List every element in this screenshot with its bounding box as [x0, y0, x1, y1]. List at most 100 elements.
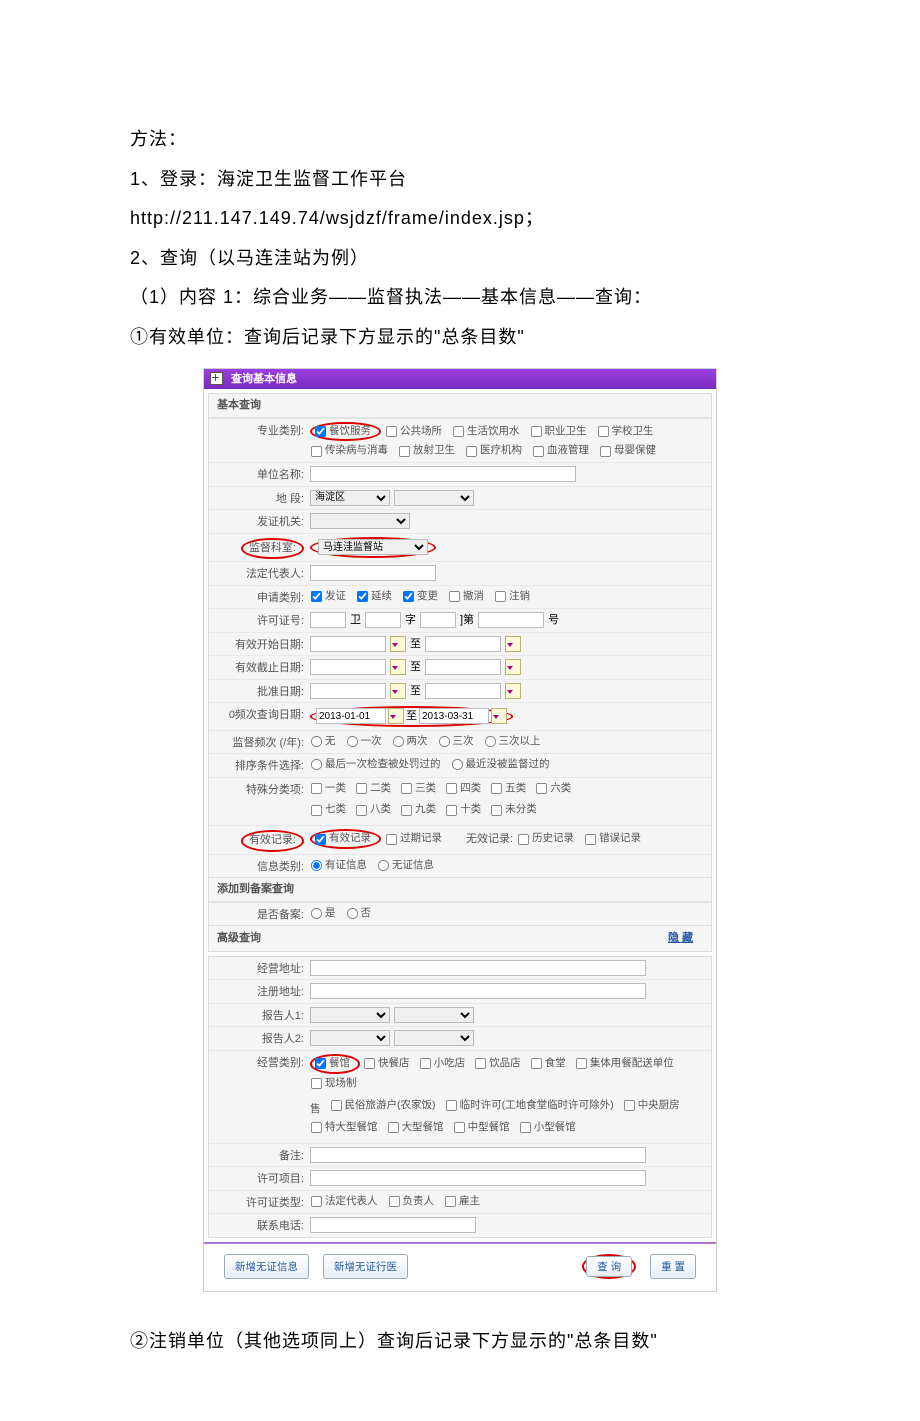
rb-jdpc-2[interactable]: 两次 [392, 734, 428, 750]
cb-sqlb-2[interactable]: 变更 [402, 589, 438, 605]
cb-zylb-6[interactable]: 放射卫生 [398, 443, 455, 459]
cb-tsfl2-1[interactable]: 八类 [355, 802, 391, 818]
cb-tsfl1-4[interactable]: 五类 [490, 781, 526, 797]
cb-yxjl-1[interactable]: 过期记录 [385, 831, 442, 847]
input-xkxm[interactable] [310, 1170, 646, 1186]
cb-tsfl1-2[interactable]: 三类 [400, 781, 436, 797]
cb-tsfl2-0[interactable]: 七类 [310, 802, 346, 818]
calendar-icon[interactable] [505, 659, 521, 675]
cb-sqlb-1[interactable]: 延续 [356, 589, 392, 605]
calendar-icon[interactable] [505, 683, 521, 699]
input-pzrq-to[interactable] [425, 683, 501, 699]
cb-jylb3-0[interactable]: 特大型餐馆 [310, 1120, 378, 1136]
cb-jylb1-0[interactable]: 餐馆 [314, 1056, 350, 1072]
cb-xkzlx-1[interactable]: 负责人 [388, 1194, 435, 1210]
button-query[interactable]: 查 询 [586, 1256, 632, 1277]
input-pccx-from[interactable] [316, 708, 386, 724]
cb-jylb3-3[interactable]: 小型餐馆 [519, 1120, 576, 1136]
select-jgks[interactable]: 马连洼监督站 [318, 539, 428, 555]
cb-xkzlx-2[interactable]: 雇主 [444, 1194, 480, 1210]
cb-tsfl1-3[interactable]: 四类 [445, 781, 481, 797]
input-yxjz-from[interactable] [310, 659, 386, 675]
rb-jdpc-1[interactable]: 一次 [346, 734, 382, 750]
select-bgr2-a[interactable] [310, 1030, 390, 1046]
cb-jylb1-1[interactable]: 快餐店 [363, 1056, 410, 1072]
input-lxdh[interactable] [310, 1217, 476, 1233]
cb-zylb-9[interactable]: 母婴保健 [599, 443, 656, 459]
cb-tsfl1-1[interactable]: 二类 [355, 781, 391, 797]
cb-tsfl2-4[interactable]: 未分类 [490, 802, 537, 818]
input-bz[interactable] [310, 1147, 646, 1163]
cb-zylb-4[interactable]: 学校卫生 [597, 424, 654, 440]
cb-sqlb-0[interactable]: 发证 [310, 589, 346, 605]
calendar-icon[interactable] [505, 636, 521, 652]
input-xkz-3[interactable] [420, 612, 456, 628]
calendar-icon[interactable] [491, 708, 507, 724]
input-xkz-2[interactable] [365, 612, 401, 628]
rb-xxlb-1[interactable]: 无证信息 [377, 858, 434, 874]
select-bgr2-b[interactable] [394, 1030, 474, 1046]
cb-wxjl-1[interactable]: 错误记录 [584, 831, 641, 847]
rb-jdpc-3[interactable]: 三次 [438, 734, 474, 750]
rb-sfba-0[interactable]: 是 [310, 906, 336, 922]
input-yxks-to[interactable] [425, 636, 501, 652]
rb-pxtj-1[interactable]: 最近没被监督过的 [451, 757, 550, 773]
calendar-icon[interactable] [390, 659, 406, 675]
cb-jylb1-5[interactable]: 集体用餐配送单位 [575, 1056, 674, 1072]
calendar-icon[interactable] [390, 636, 406, 652]
rb-xxlb-0[interactable]: 有证信息 [310, 858, 367, 874]
label-pxtj: 排序条件选择: [209, 756, 310, 775]
rb-pxtj-0[interactable]: 最后一次检查被处罚过的 [310, 757, 441, 773]
cb-zylb-3[interactable]: 职业卫生 [530, 424, 587, 440]
cb-zylb-7[interactable]: 医疗机构 [465, 443, 522, 459]
select-fzjg[interactable] [310, 513, 410, 529]
label-bgr1: 报告人1: [209, 1006, 310, 1025]
button-add-wzxy[interactable]: 新增无证行医 [323, 1254, 408, 1279]
cb-wxjl-0[interactable]: 历史记录 [517, 831, 574, 847]
select-dy-2[interactable] [394, 490, 474, 506]
rb-jdpc-0[interactable]: 无 [310, 734, 336, 750]
input-zcdz[interactable] [310, 983, 646, 999]
input-dwmc[interactable] [310, 466, 576, 482]
input-fddbr[interactable] [310, 565, 436, 581]
cb-zylb-2[interactable]: 生活饮用水 [452, 424, 520, 440]
cb-tsfl1-0[interactable]: 一类 [310, 781, 346, 797]
input-pzrq-from[interactable] [310, 683, 386, 699]
cb-yxjl-0[interactable]: 有效记录 [314, 831, 371, 847]
cb-xkzlx-0[interactable]: 法定代表人 [310, 1194, 378, 1210]
cb-jylb2-0[interactable]: 民俗旅游户(农家饭) [330, 1098, 436, 1114]
cb-jylb1-6[interactable]: 现场制 [310, 1076, 357, 1092]
cb-sqlb-3[interactable]: 撤消 [448, 589, 484, 605]
cb-jylb1-2[interactable]: 小吃店 [419, 1056, 466, 1072]
input-xkz-1[interactable] [310, 612, 346, 628]
select-dy-1[interactable]: 海淀区 [310, 490, 390, 506]
cb-zylb-5[interactable]: 传染病与消毒 [310, 443, 388, 459]
cb-zylb-0[interactable]: 餐饮服务 [314, 424, 371, 440]
cb-jylb2-1[interactable]: 临时许可(工地食堂临时许可除外) [445, 1098, 614, 1114]
cb-sqlb-4[interactable]: 注销 [494, 589, 530, 605]
cb-zylb-1[interactable]: 公共场所 [385, 424, 442, 440]
input-yxks-from[interactable] [310, 636, 386, 652]
cb-jylb3-1[interactable]: 大型餐馆 [387, 1120, 444, 1136]
input-jydz[interactable] [310, 960, 646, 976]
cb-tsfl1-5[interactable]: 六类 [535, 781, 571, 797]
cb-jylb1-3[interactable]: 饮品店 [474, 1056, 521, 1072]
cb-tsfl2-2[interactable]: 九类 [400, 802, 436, 818]
rb-sfba-1[interactable]: 否 [346, 906, 372, 922]
select-bgr1-b[interactable] [394, 1007, 474, 1023]
calendar-icon[interactable] [388, 708, 404, 724]
input-pccx-to[interactable] [419, 708, 489, 724]
link-hide[interactable]: 隐 藏 [668, 930, 703, 947]
cb-jylb1-4[interactable]: 食堂 [530, 1056, 566, 1072]
cb-jylb2-2[interactable]: 中央厨房 [623, 1098, 680, 1114]
calendar-icon[interactable] [390, 683, 406, 699]
cb-tsfl2-3[interactable]: 十类 [445, 802, 481, 818]
input-yxjz-to[interactable] [425, 659, 501, 675]
cb-jylb3-2[interactable]: 中型餐馆 [453, 1120, 510, 1136]
button-add-wz[interactable]: 新增无证信息 [224, 1254, 309, 1279]
select-bgr1-a[interactable] [310, 1007, 390, 1023]
input-xkz-4[interactable] [478, 612, 544, 628]
cb-zylb-8[interactable]: 血液管理 [532, 443, 589, 459]
button-reset[interactable]: 重 置 [650, 1254, 696, 1279]
rb-jdpc-4[interactable]: 三次以上 [484, 734, 541, 750]
